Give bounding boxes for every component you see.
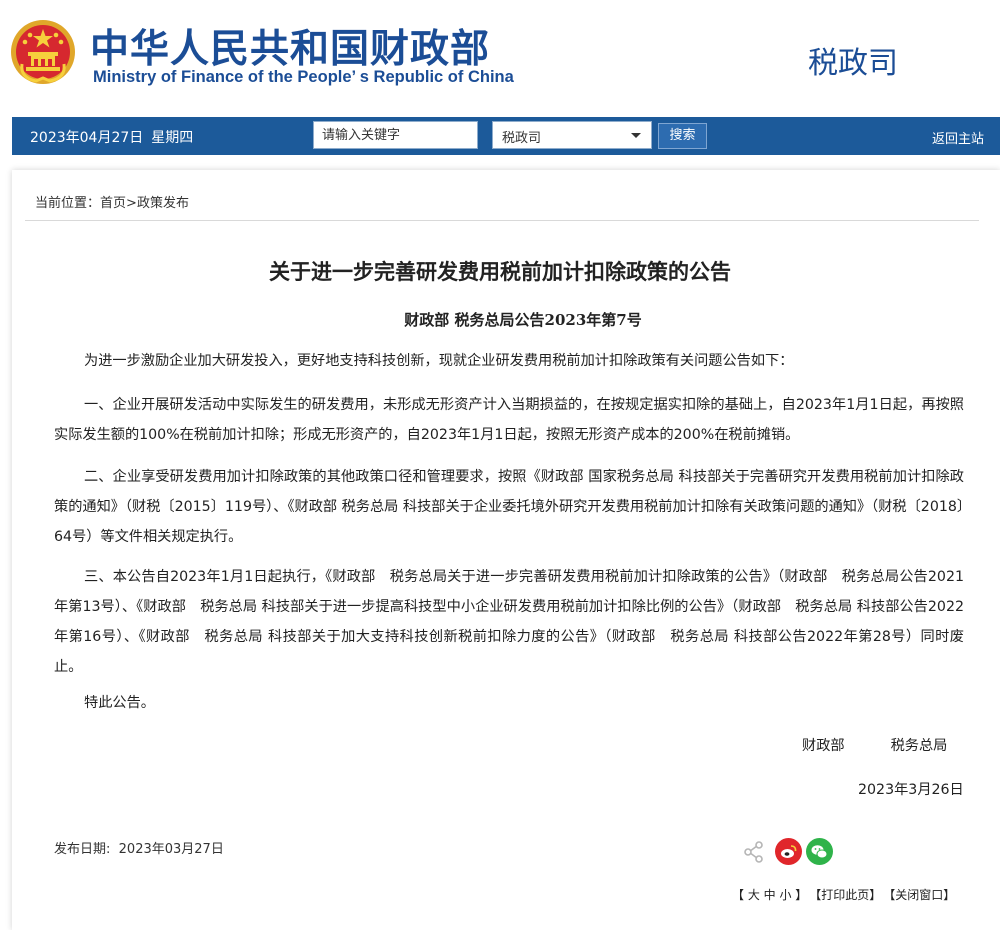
divider — [25, 220, 979, 221]
search-input[interactable] — [313, 121, 478, 149]
department-name: 税政司 — [808, 46, 898, 81]
sign-org: 税务总局 — [890, 738, 948, 754]
breadcrumb-separator: > — [126, 196, 137, 211]
signing-date: 2023年3月26日 — [858, 782, 964, 798]
search-button[interactable]: 搜索 — [658, 123, 707, 149]
article-paragraph: 三、本公告自2023年1月1日起执行，《财政部 税务总局关于进一步完善研发费用税… — [54, 569, 964, 675]
article-paragraph: 为进一步激励企业加大研发投入，更好地支持科技创新，现就企业研发费用税前加计扣除政… — [84, 353, 794, 369]
breadcrumb-policy[interactable]: 政策发布 — [137, 196, 189, 211]
wechat-glyph-icon — [811, 845, 828, 859]
chevron-down-icon — [631, 133, 641, 138]
article-title: 关于进一步完善研发费用税前加计扣除政策的公告 — [269, 260, 731, 284]
publish-date-value: 2023年03月27日 — [118, 842, 224, 857]
nav-bar: 2023年04月27日星期四 税政司 搜索 返回主站 — [12, 117, 1000, 155]
font-size-tool[interactable]: 【 大 中 小 】 — [732, 888, 807, 902]
department-select[interactable]: 税政司 — [492, 121, 652, 149]
breadcrumb-home[interactable]: 首页 — [100, 196, 126, 211]
publish-label: 发布日期: — [54, 842, 111, 857]
return-home-link[interactable]: 返回主站 — [932, 128, 984, 147]
article-paragraph: 特此公告。 — [84, 695, 155, 711]
select-value: 税政司 — [502, 131, 542, 146]
article-paragraph: 一、企业开展研发活动中实际发生的研发费用，未形成无形资产计入当期损益的，在按规定… — [54, 397, 964, 443]
article-paragraph: 二、企业享受研发费用加计扣除政策的其他政策口径和管理要求，按照《财政部 国家税务… — [54, 469, 964, 545]
share-icon[interactable] — [742, 840, 766, 864]
publish-date: 发布日期: 2023年03月27日 — [54, 838, 224, 857]
site-header: 中华人民共和国财政部 Ministry of Finance of the Pe… — [0, 0, 1000, 117]
date-text: 2023年04月27日 — [30, 130, 144, 146]
wechat-icon[interactable] — [806, 838, 833, 865]
close-window-link[interactable]: 【关闭窗口】 — [889, 888, 955, 902]
weekday-text: 星期四 — [151, 130, 194, 146]
current-date: 2023年04月27日 星期四 — [30, 127, 193, 147]
signing-organizations: 财政部 税务总局 — [802, 735, 947, 755]
national-emblem-icon — [11, 20, 75, 84]
site-title-en: Ministry of Finance of the People’ s Rep… — [93, 68, 514, 86]
print-page-link[interactable]: 【打印此页】 — [815, 888, 881, 902]
weibo-icon[interactable] — [775, 838, 802, 865]
sign-org: 财政部 — [802, 738, 845, 754]
document-number: 财政部 税务总局公告2023年第7号 — [404, 311, 642, 329]
page-tools: 【 大 中 小 】【打印此页】 【关闭窗口】 — [732, 886, 955, 903]
breadcrumb: 当前位置：首页>政策发布 — [35, 192, 189, 211]
breadcrumb-prefix: 当前位置： — [35, 196, 101, 211]
site-title-cn: 中华人民共和国财政部 — [90, 27, 491, 72]
weibo-glyph-icon — [781, 845, 797, 858]
